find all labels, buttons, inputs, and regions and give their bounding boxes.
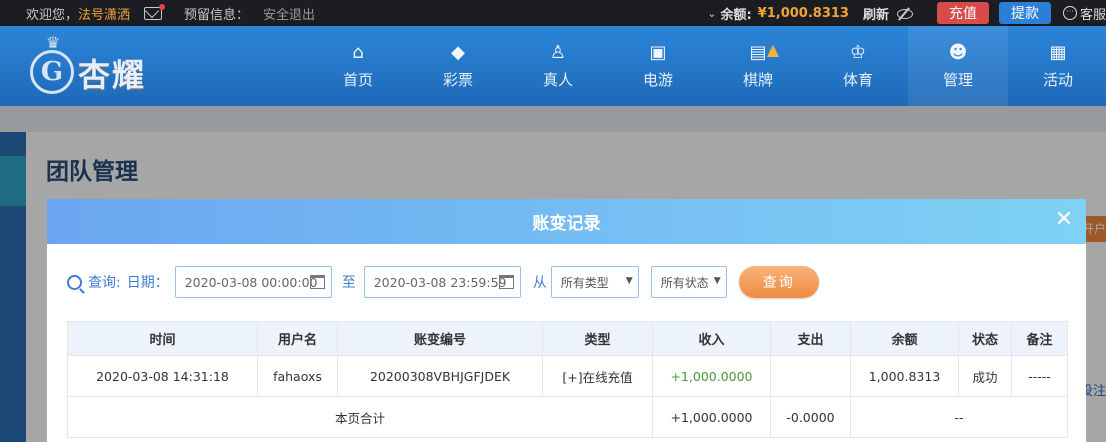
transaction-records-modal: 账变记录 ✕ 查询: 日期： 2020-03-08 00:00:00 至 202… bbox=[47, 199, 1086, 442]
nav-label: 体育 bbox=[842, 70, 873, 89]
cell-type: [+]在线充值 bbox=[542, 355, 653, 397]
ticket-icon: ◆ bbox=[451, 42, 465, 63]
col-record-id: 账变编号 bbox=[337, 321, 543, 356]
col-time: 时间 bbox=[67, 321, 258, 356]
logout-link[interactable]: 安全退出 bbox=[263, 4, 315, 23]
cell-expense bbox=[770, 355, 851, 397]
crest-emblem: G bbox=[30, 50, 74, 94]
recharge-button[interactable]: 充值 bbox=[936, 2, 989, 24]
hide-balance-icon[interactable] bbox=[896, 7, 913, 19]
from-label: 从 bbox=[532, 275, 547, 291]
modal-title: 账变记录 bbox=[532, 214, 601, 234]
to-label: 至 bbox=[341, 275, 356, 291]
start-date-input[interactable]: 2020-03-08 00:00:00 bbox=[174, 266, 332, 298]
end-date-value: 2020-03-08 23:59:59 bbox=[373, 274, 507, 290]
nav-item-manage[interactable]: ☻ 管理 bbox=[908, 26, 1008, 106]
nav-item-slots[interactable]: ▣ 电游 bbox=[608, 26, 708, 106]
service-label: 客服 bbox=[1079, 7, 1106, 23]
nav-label: 棋牌 bbox=[742, 70, 773, 89]
cell-income: +1,000.0000 bbox=[652, 355, 771, 397]
chevron-down-icon[interactable]: ⌄ bbox=[707, 7, 716, 20]
trophy-icon: ♔ bbox=[849, 42, 867, 63]
search-icon bbox=[67, 274, 82, 290]
cell-balance: 1,000.8313 bbox=[850, 355, 959, 397]
users-icon: ☻ bbox=[948, 42, 968, 63]
mail-icon[interactable] bbox=[144, 3, 166, 20]
notification-dot bbox=[159, 3, 166, 10]
status-select[interactable]: 所有状态 ▼ bbox=[650, 266, 727, 298]
top-bar: 欢迎您，法号潇洒 预留信息： 安全退出 ⌄ 余额: ¥1,000.8313 刷新… bbox=[0, 0, 1106, 26]
nav-label: 活动 bbox=[1042, 70, 1073, 89]
arcade-icon: ▣ bbox=[649, 42, 667, 63]
dropdown-arrow-icon: ▼ bbox=[713, 276, 721, 286]
withdraw-button[interactable]: 提款 bbox=[998, 2, 1051, 24]
records-table: 时间 用户名 账变编号 类型 收入 支出 余额 状态 备注 2020-03-08… bbox=[67, 321, 1068, 438]
col-balance: 余额 bbox=[850, 321, 959, 356]
col-expense: 支出 bbox=[770, 321, 851, 356]
filter-bar: 查询: 日期： 2020-03-08 00:00:00 至 2020-03-08… bbox=[67, 266, 819, 298]
query-label: 查询: bbox=[88, 275, 121, 291]
nav-items: ⌂ 首页 ◆ 彩票 ♙ 真人 ▣ 电游 ▤ ▲ 棋牌 ♔ 体育 ☻ 管理 ▦ 活… bbox=[308, 26, 1106, 106]
calendar-icon[interactable] bbox=[309, 275, 325, 289]
nav-label: 电游 bbox=[642, 70, 673, 89]
hot-badge-icon: ▲ bbox=[766, 39, 780, 59]
reserve-info-label: 预留信息： bbox=[184, 7, 250, 23]
cell-username: fahaoxs bbox=[257, 355, 338, 397]
cards-icon: ▤ bbox=[749, 42, 767, 63]
main-nav: ♛ G 杏耀 ⌂ 首页 ◆ 彩票 ♙ 真人 ▣ 电游 ▤ ▲ 棋牌 ♔ 体育 ☻… bbox=[0, 26, 1106, 106]
summary-income: +1,000.0000 bbox=[652, 396, 771, 438]
chat-icon: ··· bbox=[1062, 6, 1077, 20]
col-income: 收入 bbox=[652, 321, 771, 356]
nav-item-events[interactable]: ▦ 活动 bbox=[1008, 26, 1106, 106]
date-label: 日期： bbox=[126, 275, 169, 291]
nav-item-lottery[interactable]: ◆ 彩票 bbox=[408, 26, 508, 106]
nav-item-sports[interactable]: ♔ 体育 bbox=[808, 26, 908, 106]
topbar-right: ⌄ 余额: ¥1,000.8313 刷新 充值 提款 ··· 客服 bbox=[707, 0, 1106, 26]
summary-row: 本页合计 +1,000.0000 -0.0000 -- bbox=[67, 396, 1068, 438]
modal-header: 账变记录 ✕ bbox=[47, 199, 1086, 244]
brand-name: 杏耀 bbox=[78, 56, 147, 94]
welcome-text: 欢迎您，法号潇洒 bbox=[26, 4, 130, 23]
brand-logo[interactable]: ♛ G 杏耀 bbox=[28, 33, 178, 98]
status-select-value: 所有状态 bbox=[660, 275, 709, 290]
close-icon[interactable]: ✕ bbox=[1054, 209, 1074, 231]
table-header-row: 时间 用户名 账变编号 类型 收入 支出 余额 状态 备注 bbox=[67, 321, 1068, 356]
summary-label: 本页合计 bbox=[67, 396, 653, 438]
col-type: 类型 bbox=[542, 321, 653, 356]
nav-label: 真人 bbox=[542, 70, 573, 89]
crown-icon: ♛ bbox=[45, 33, 61, 52]
nav-item-live[interactable]: ♙ 真人 bbox=[508, 26, 608, 106]
nav-label: 管理 bbox=[942, 70, 973, 89]
nav-label: 首页 bbox=[342, 70, 373, 89]
col-remark: 备注 bbox=[1011, 321, 1068, 356]
cell-record-id: 20200308VBHJGFJDEK bbox=[337, 355, 543, 397]
summary-balance: -- bbox=[850, 396, 1068, 438]
nav-item-home[interactable]: ⌂ 首页 bbox=[308, 26, 408, 106]
dropdown-arrow-icon: ▼ bbox=[625, 276, 633, 286]
col-username: 用户名 bbox=[257, 321, 338, 356]
nav-label: 彩票 bbox=[442, 70, 473, 89]
col-status: 状态 bbox=[958, 321, 1012, 356]
calendar-icon[interactable] bbox=[498, 275, 514, 289]
end-date-input[interactable]: 2020-03-08 23:59:59 bbox=[363, 266, 521, 298]
table-row: 2020-03-08 14:31:18 fahaoxs 20200308VBHJ… bbox=[67, 355, 1068, 397]
balance-label: 余额: bbox=[720, 7, 752, 23]
type-select[interactable]: 所有类型 ▼ bbox=[550, 266, 639, 298]
customer-service-link[interactable]: ··· 客服 bbox=[1062, 4, 1106, 23]
cell-remark: ----- bbox=[1011, 355, 1068, 397]
home-icon: ⌂ bbox=[352, 42, 364, 63]
welcome-prefix: 欢迎您， bbox=[26, 7, 79, 23]
cell-time: 2020-03-08 14:31:18 bbox=[67, 355, 258, 397]
query-button[interactable]: 查询 bbox=[738, 266, 819, 298]
gift-icon: ▦ bbox=[1049, 42, 1067, 63]
type-select-value: 所有类型 bbox=[560, 275, 609, 290]
balance-value: ¥1,000.8313 bbox=[757, 5, 849, 21]
refresh-button[interactable]: 刷新 bbox=[863, 4, 889, 23]
nav-item-cards[interactable]: ▤ ▲ 棋牌 bbox=[708, 26, 808, 106]
username[interactable]: 法号潇洒 bbox=[78, 8, 130, 23]
dealer-icon: ♙ bbox=[549, 42, 567, 63]
cell-status: 成功 bbox=[958, 355, 1012, 397]
start-date-value: 2020-03-08 00:00:00 bbox=[184, 274, 318, 290]
summary-expense: -0.0000 bbox=[770, 396, 851, 438]
